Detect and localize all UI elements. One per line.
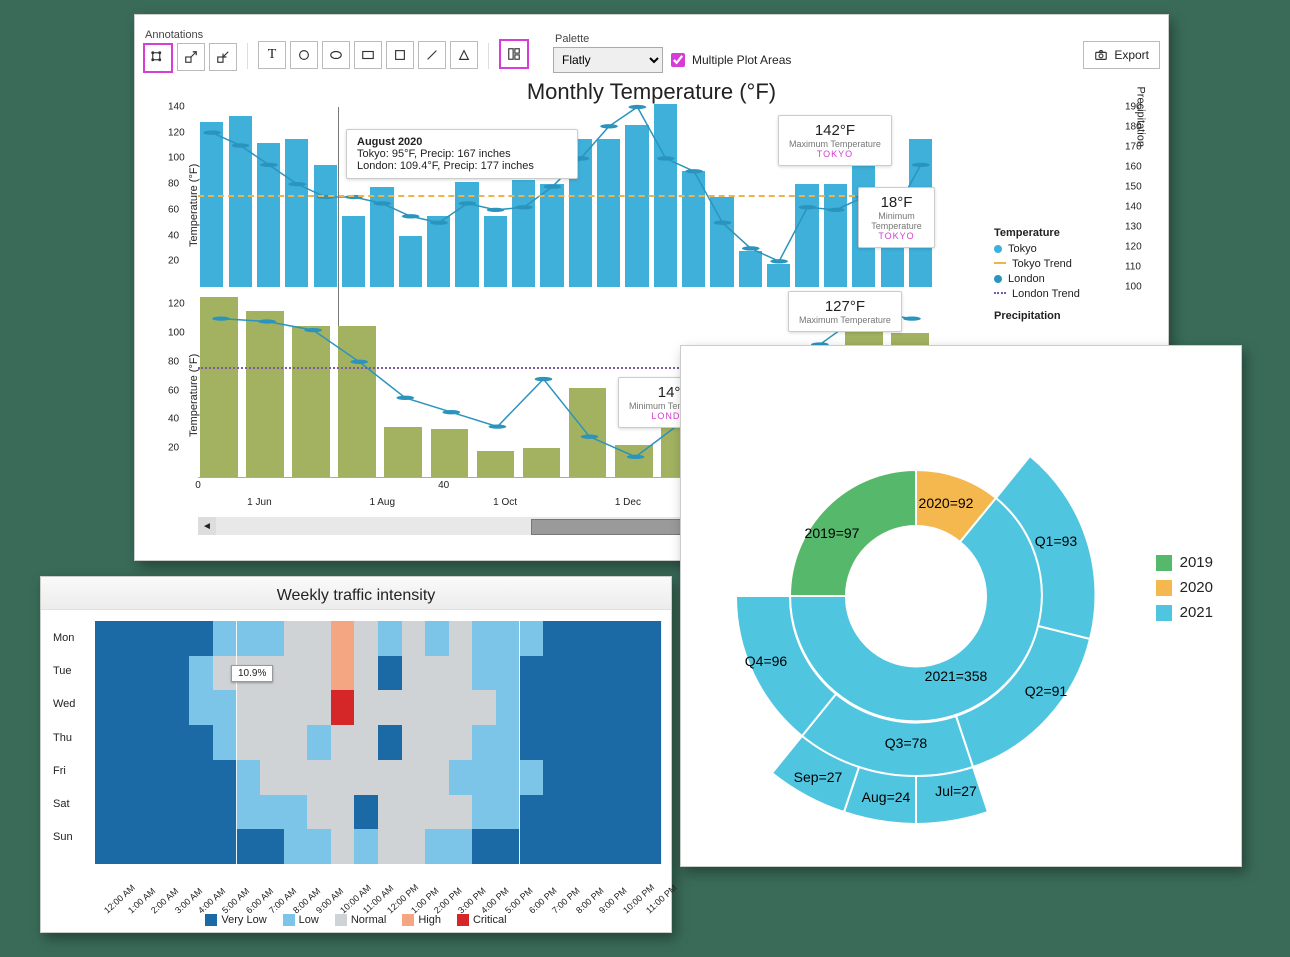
chart1-legend: Temperature Tokyo Tokyo Trend London Lon… bbox=[994, 217, 1154, 326]
heatmap-grid bbox=[95, 621, 661, 864]
heatmap-panel: Weekly traffic intensity MonTueWedThuFri… bbox=[40, 576, 672, 933]
callout-127: 127°F Maximum Temperature bbox=[788, 291, 902, 332]
tool-select[interactable] bbox=[143, 43, 173, 73]
palette-select[interactable]: Flatly bbox=[553, 47, 663, 73]
tool-triangle[interactable] bbox=[450, 41, 478, 69]
svg-text:2021=358: 2021=358 bbox=[925, 668, 988, 684]
svg-text:Sep=27: Sep=27 bbox=[794, 769, 843, 785]
tool-circle[interactable] bbox=[290, 41, 318, 69]
camera-icon bbox=[1094, 48, 1108, 62]
heatmap-title: Weekly traffic intensity bbox=[41, 577, 671, 610]
svg-text:Jul=27: Jul=27 bbox=[935, 783, 977, 799]
tool-rect[interactable] bbox=[354, 41, 382, 69]
sunburst-chart: 2019=97 2020=92 2021=358 Q1=93 Q2=91 Q3=… bbox=[701, 366, 1131, 846]
sunburst-panel: 2019=97 2020=92 2021=358 Q1=93 Q2=91 Q3=… bbox=[680, 345, 1242, 867]
annotations-label: Annotations bbox=[143, 29, 237, 41]
heatmap-legend: Very LowLowNormalHighCritical bbox=[41, 914, 671, 926]
svg-text:2019=97: 2019=97 bbox=[805, 525, 860, 541]
svg-text:Q2=91: Q2=91 bbox=[1025, 683, 1068, 699]
multi-plot-checkbox[interactable]: Multiple Plot Areas bbox=[667, 47, 791, 73]
tool-layout[interactable] bbox=[499, 39, 529, 69]
callout-142: 142°F Maximum Temperature TOKYO bbox=[778, 115, 892, 166]
multi-plot-check-input[interactable] bbox=[671, 53, 685, 67]
svg-text:Q1=93: Q1=93 bbox=[1035, 533, 1078, 549]
tool-arrow-in[interactable] bbox=[209, 43, 237, 71]
export-button[interactable]: Export bbox=[1083, 41, 1160, 69]
palette-label: Palette bbox=[553, 33, 791, 45]
svg-text:2020=92: 2020=92 bbox=[919, 495, 974, 511]
tool-square[interactable] bbox=[386, 41, 414, 69]
tool-ellipse[interactable] bbox=[322, 41, 350, 69]
svg-text:Aug=24: Aug=24 bbox=[862, 789, 911, 805]
tool-text[interactable]: T bbox=[258, 41, 286, 69]
tooltip-august: August 2020 Tokyo: 95°F, Precip: 167 inc… bbox=[346, 129, 578, 179]
chart1-title: Monthly Temperature (°F) bbox=[135, 79, 1168, 105]
tool-arrow-out[interactable] bbox=[177, 43, 205, 71]
svg-text:Q3=78: Q3=78 bbox=[885, 735, 928, 751]
callout-18: 18°F Minimum Temperature TOKYO bbox=[858, 187, 935, 248]
scroll-left[interactable]: ◄ bbox=[198, 517, 216, 535]
toolbar: Annotations T Palette Flatly bbox=[135, 15, 1168, 73]
tool-line[interactable] bbox=[418, 41, 446, 69]
svg-text:Q4=96: Q4=96 bbox=[745, 653, 788, 669]
sunburst-legend: 2019 2020 2021 bbox=[1156, 546, 1213, 629]
plot-tokyo: Temperature (°F) 20406080100120140 10011… bbox=[198, 107, 935, 287]
heatmap-tooltip: 10.9% bbox=[231, 665, 273, 682]
